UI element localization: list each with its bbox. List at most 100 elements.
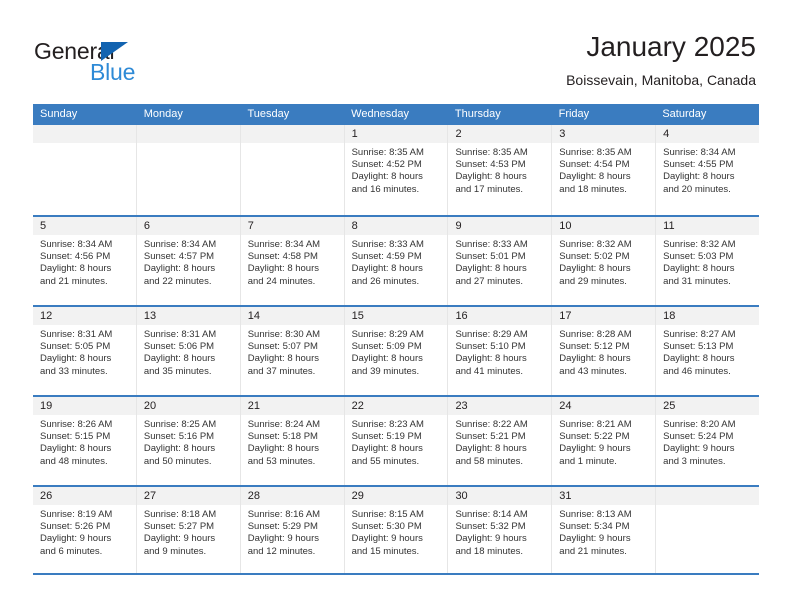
daylight-text-line2: and 46 minutes.: [663, 365, 731, 377]
day-sun-info: Sunrise: 8:19 AM Sunset: 5:26 PM Daylight:…: [33, 505, 136, 558]
daylight-text-line1: Daylight: 8 hours: [663, 171, 735, 183]
daylight-text-line2: and 41 minutes.: [455, 365, 524, 377]
day-number: 13: [136, 307, 240, 325]
sunset-text: Sunset: 4:55 PM: [663, 159, 734, 171]
day-sun-info: Sunrise: 8:26 AM Sunset: 5:15 PM Daylight:…: [33, 415, 136, 468]
calendar-day-cell[interactable]: 6 Sunrise: 8:34 AM Sunset: 4:57 PM Daylight…: [135, 217, 240, 305]
calendar-day-cell[interactable]: 30 Sunrise: 8:14 AM Sunset: 5:32 PM Dayligh…: [447, 487, 552, 573]
sunset-text: Sunset: 5:34 PM: [559, 521, 630, 533]
sunrise-text: Sunrise: 8:34 AM: [143, 239, 217, 250]
day-number: 6: [136, 217, 240, 235]
day-sun-info: Sunrise: 8:13 AM Sunset: 5:34 PM Daylight:…: [552, 505, 655, 558]
daylight-text-line1: Daylight: 8 hours: [143, 353, 216, 365]
daylight-text-line2: and 3 minutes.: [663, 455, 726, 467]
calendar-day-cell[interactable]: 4 Sunrise: 8:34 AM Sunset: 4:55 PM Daylight…: [655, 125, 760, 215]
daylight-text-line2: and 24 minutes.: [247, 275, 316, 287]
calendar-day-cell[interactable]: 2 Sunrise: 8:35 AM Sunset: 4:53 PM Daylight…: [447, 125, 552, 215]
sunrise-text: Sunrise: 8:34 AM: [247, 239, 321, 250]
weekday-header-friday: Friday: [558, 108, 590, 120]
calendar-day-cell[interactable]: 16 Sunrise: 8:29 AM Sunset: 5:10 PM Dayligh…: [447, 307, 552, 395]
calendar-day-cell[interactable]: 19 Sunrise: 8:26 AM Sunset: 5:15 PM Dayligh…: [33, 397, 136, 485]
calendar-week-row: 5 Sunrise: 8:34 AM Sunset: 4:56 PM Daylight…: [33, 215, 760, 305]
calendar-day-cell[interactable]: 3 Sunrise: 8:35 AM Sunset: 4:54 PM Daylight…: [551, 125, 656, 215]
sunset-text: Sunset: 5:26 PM: [40, 521, 111, 533]
daylight-text-line2: and 35 minutes.: [143, 365, 212, 377]
day-number: 23: [448, 397, 552, 415]
calendar-day-cell[interactable]: 10 Sunrise: 8:32 AM Sunset: 5:02 PM Dayligh…: [551, 217, 656, 305]
sunset-text: Sunset: 5:09 PM: [351, 341, 422, 353]
calendar-day-cell[interactable]: 18 Sunrise: 8:27 AM Sunset: 5:13 PM Dayligh…: [655, 307, 760, 395]
daylight-text-line2: and 16 minutes.: [351, 183, 420, 195]
sunset-text: Sunset: 4:53 PM: [455, 159, 526, 171]
calendar-day-cell[interactable]: 21 Sunrise: 8:24 AM Sunset: 5:18 PM Dayligh…: [239, 397, 344, 485]
calendar-page: General Blue January 2025 Boissevain, Ma…: [0, 0, 792, 612]
calendar-day-cell[interactable]: 20 Sunrise: 8:25 AM Sunset: 5:16 PM Dayligh…: [135, 397, 240, 485]
page-header: General Blue January 2025 Boissevain, Ma…: [0, 0, 792, 104]
sunrise-text: Sunrise: 8:14 AM: [455, 509, 528, 520]
daylight-text-line2: and 26 minutes.: [351, 275, 420, 287]
calendar-day-cell[interactable]: 1 Sunrise: 8:35 AM Sunset: 4:52 PM Daylight…: [343, 125, 448, 215]
daylight-text-line2: and 18 minutes.: [455, 545, 524, 557]
sunset-text: Sunset: 5:27 PM: [143, 521, 215, 533]
sunset-text: Sunset: 5:06 PM: [143, 341, 215, 353]
calendar-week-row: 19 Sunrise: 8:26 AM Sunset: 5:15 PM Dayligh…: [33, 395, 760, 485]
logo-word-blue: Blue: [90, 59, 136, 85]
daylight-text-line2: and 27 minutes.: [455, 275, 524, 287]
calendar-day-cell[interactable]: 15 Sunrise: 8:29 AM Sunset: 5:09 PM Dayligh…: [343, 307, 448, 395]
daylight-text-line1: Daylight: 8 hours: [143, 443, 216, 455]
sunset-text: Sunset: 5:13 PM: [663, 341, 734, 353]
calendar-day-cell[interactable]: 28 Sunrise: 8:16 AM Sunset: 5:29 PM Dayligh…: [239, 487, 344, 573]
daylight-text-line2: and 22 minutes.: [143, 275, 212, 287]
page-subtitle-location: Boissevain, Manitoba, Canada: [566, 72, 756, 88]
page-title: January 2025: [586, 31, 756, 62]
calendar-day-cell[interactable]: 23 Sunrise: 8:22 AM Sunset: 5:21 PM Dayligh…: [447, 397, 552, 485]
sunset-text: Sunset: 5:03 PM: [663, 251, 734, 263]
calendar-day-cell[interactable]: 14 Sunrise: 8:30 AM Sunset: 5:07 PM Dayligh…: [239, 307, 344, 395]
sunset-text: Sunset: 5:02 PM: [559, 251, 630, 263]
sunrise-text: Sunrise: 8:27 AM: [663, 329, 736, 340]
calendar-day-cell[interactable]: 25 Sunrise: 8:20 AM Sunset: 5:24 PM Dayligh…: [655, 397, 760, 485]
sunrise-text: Sunrise: 8:29 AM: [455, 329, 528, 340]
calendar-day-cell[interactable]: 9 Sunrise: 8:33 AM Sunset: 5:01 PM Daylight…: [447, 217, 552, 305]
calendar-day-cell[interactable]: 31 Sunrise: 8:13 AM Sunset: 5:34 PM Dayligh…: [551, 487, 656, 573]
daylight-text-line1: Daylight: 9 hours: [663, 443, 735, 455]
calendar-day-cell[interactable]: 24 Sunrise: 8:21 AM Sunset: 5:22 PM Dayligh…: [551, 397, 656, 485]
day-number: 25: [656, 397, 760, 415]
calendar-day-cell[interactable]: 26 Sunrise: 8:19 AM Sunset: 5:26 PM Dayligh…: [33, 487, 136, 573]
calendar-day-cell[interactable]: 8 Sunrise: 8:33 AM Sunset: 4:59 PM Daylight…: [343, 217, 448, 305]
calendar-day-cell[interactable]: 5 Sunrise: 8:34 AM Sunset: 4:56 PM Daylight…: [33, 217, 136, 305]
calendar-day-cell[interactable]: 27 Sunrise: 8:18 AM Sunset: 5:27 PM Dayligh…: [135, 487, 240, 573]
day-sun-info: Sunrise: 8:32 AM Sunset: 5:03 PM Daylight:…: [656, 235, 759, 288]
weekday-header-saturday: Saturday: [662, 108, 707, 120]
sunrise-text: Sunrise: 8:31 AM: [143, 329, 217, 340]
daylight-text-line1: Daylight: 8 hours: [143, 263, 216, 275]
calendar-day-cell[interactable]: 7 Sunrise: 8:34 AM Sunset: 4:58 PM Daylight…: [239, 217, 344, 305]
daylight-text-line2: and 29 minutes.: [559, 275, 627, 287]
day-number: 28: [240, 487, 344, 505]
daylight-text-line2: and 39 minutes.: [351, 365, 420, 377]
sunrise-text: Sunrise: 8:30 AM: [247, 329, 321, 340]
daylight-text-line2: and 20 minutes.: [663, 183, 731, 195]
calendar-day-cell-empty: [239, 125, 344, 215]
daylight-text-line1: Daylight: 8 hours: [247, 353, 320, 365]
day-sun-info: Sunrise: 8:29 AM Sunset: 5:09 PM Daylight:…: [345, 325, 448, 378]
calendar-day-cell[interactable]: 13 Sunrise: 8:31 AM Sunset: 5:06 PM Dayligh…: [135, 307, 240, 395]
day-number: 15: [344, 307, 448, 325]
calendar-day-cell[interactable]: 29 Sunrise: 8:15 AM Sunset: 5:30 PM Dayligh…: [343, 487, 448, 573]
calendar-day-cell[interactable]: 11 Sunrise: 8:32 AM Sunset: 5:03 PM Dayligh…: [655, 217, 760, 305]
calendar-day-cell[interactable]: 12 Sunrise: 8:31 AM Sunset: 5:05 PM Dayligh…: [33, 307, 136, 395]
general-blue-logo[interactable]: General Blue: [34, 38, 264, 88]
day-sun-info: Sunrise: 8:23 AM Sunset: 5:19 PM Daylight:…: [345, 415, 448, 468]
daylight-text-line2: and 31 minutes.: [663, 275, 731, 287]
day-sun-info: Sunrise: 8:31 AM Sunset: 5:06 PM Daylight:…: [137, 325, 240, 378]
day-number: 2: [448, 125, 552, 143]
calendar-day-cell[interactable]: 17 Sunrise: 8:28 AM Sunset: 5:12 PM Dayligh…: [551, 307, 656, 395]
sunrise-text: Sunrise: 8:28 AM: [559, 329, 632, 340]
calendar-day-cell-empty: [33, 125, 136, 215]
daylight-text-line2: and 6 minutes.: [40, 545, 103, 557]
day-sun-info: Sunrise: 8:29 AM Sunset: 5:10 PM Daylight:…: [448, 325, 551, 378]
daylight-text-line1: Daylight: 8 hours: [351, 263, 423, 275]
day-number: 22: [344, 397, 448, 415]
calendar-day-cell[interactable]: 22 Sunrise: 8:23 AM Sunset: 5:19 PM Dayligh…: [343, 397, 448, 485]
daylight-text-line1: Daylight: 8 hours: [247, 263, 320, 275]
